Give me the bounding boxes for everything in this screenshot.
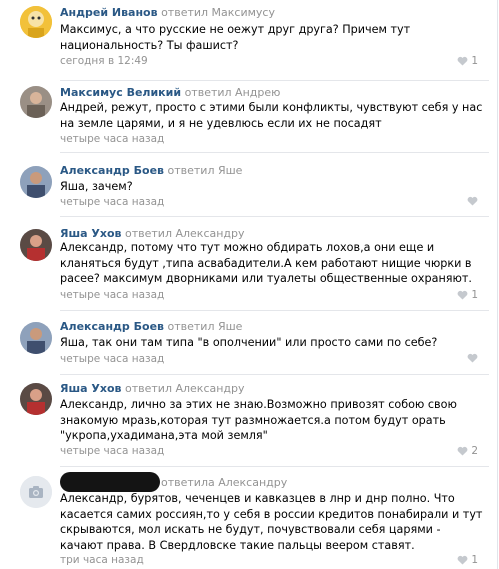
like-count: 1 bbox=[471, 55, 478, 67]
comment-item: Максимус Великий ответил Андрею Андрей, … bbox=[0, 81, 497, 153]
comment-author[interactable]: Яша Ухов bbox=[60, 382, 122, 395]
comment-date[interactable]: четыре часа назад bbox=[60, 353, 164, 365]
redacted-author-name bbox=[60, 472, 160, 492]
like-button[interactable]: 1 bbox=[457, 289, 478, 301]
avatar[interactable] bbox=[20, 166, 52, 198]
reply-to-label[interactable]: ответил Яше bbox=[168, 320, 243, 333]
comment-date[interactable]: четыре часа назад bbox=[60, 196, 164, 208]
right-border bbox=[497, 0, 498, 569]
like-count: 1 bbox=[471, 289, 478, 301]
reply-to-label[interactable]: ответил Андрею bbox=[185, 86, 281, 99]
avatar[interactable] bbox=[20, 86, 52, 118]
like-button[interactable] bbox=[467, 196, 478, 206]
comment-author[interactable]: Андрей Иванов bbox=[60, 6, 158, 19]
heart-icon bbox=[457, 56, 468, 66]
like-count: 1 bbox=[471, 554, 478, 566]
comment-author[interactable]: Максимус Великий bbox=[60, 86, 181, 99]
comment-item: Андрей Иванов ответил Максимусу Максимус… bbox=[0, 0, 497, 80]
comment-text: Александр, лично за этих не знаю.Возможн… bbox=[60, 398, 457, 442]
avatar[interactable] bbox=[20, 383, 52, 415]
heart-icon bbox=[467, 353, 478, 363]
reply-to-label[interactable]: ответил Александру bbox=[125, 382, 245, 395]
comment-item: Александр Боев ответил Яше Яша, зачем? ч… bbox=[0, 153, 497, 217]
comment-item: Яша Ухов ответил Александру Александр, л… bbox=[0, 375, 497, 467]
comment-text: Андрей, режут, просто с этими были конфл… bbox=[60, 101, 483, 130]
comment-text: Яша, зачем? bbox=[60, 180, 133, 193]
camera-icon bbox=[20, 476, 52, 508]
like-button[interactable]: 1 bbox=[457, 55, 478, 67]
avatar[interactable] bbox=[20, 476, 52, 508]
comment-text: Александр, потому что тут можно обдирать… bbox=[60, 241, 472, 285]
like-button[interactable]: 2 bbox=[457, 445, 478, 457]
reply-to-label[interactable]: ответил Максимусу bbox=[161, 6, 275, 19]
like-count: 2 bbox=[471, 445, 478, 457]
comment-text: Максимус, а что русские не оежут друг др… bbox=[60, 23, 411, 52]
comment-item: Александр Боев ответил Яше Яша, так они … bbox=[0, 311, 497, 375]
comment-author[interactable]: Яша Ухов bbox=[60, 227, 122, 240]
reply-to-label[interactable]: ответил Яше bbox=[168, 164, 243, 177]
avatar[interactable] bbox=[20, 322, 52, 354]
comment-text: Яша, так они там типа "в ополчении" или … bbox=[60, 336, 438, 349]
comment-date[interactable]: четыре часа назад bbox=[60, 445, 164, 457]
heart-icon bbox=[457, 446, 468, 456]
comment-date[interactable]: четыре часа назад bbox=[60, 289, 164, 301]
reply-to-label[interactable]: ответила Александру bbox=[161, 476, 287, 489]
reply-to-label[interactable]: ответил Александру bbox=[125, 227, 245, 240]
heart-icon bbox=[457, 555, 468, 565]
comment-item: ответила Александру Александр, бурятов, … bbox=[0, 467, 497, 569]
comment-text: Александр, бурятов, чеченцев и кавказцев… bbox=[60, 492, 483, 552]
comment-date[interactable]: сегодня в 12:49 bbox=[60, 55, 148, 67]
avatar[interactable] bbox=[20, 229, 52, 261]
like-button[interactable]: 1 bbox=[457, 554, 478, 566]
comment-date[interactable]: четыре часа назад bbox=[60, 133, 164, 145]
comment-date[interactable]: три часа назад bbox=[60, 554, 144, 566]
heart-icon bbox=[467, 196, 478, 206]
heart-icon bbox=[457, 290, 468, 300]
comment-author[interactable]: Александр Боев bbox=[60, 164, 164, 177]
avatar[interactable] bbox=[20, 6, 52, 38]
like-button[interactable] bbox=[467, 353, 478, 363]
comment-author[interactable]: Александр Боев bbox=[60, 320, 164, 333]
comment-item: Яша Ухов ответил Александру Александр, п… bbox=[0, 217, 497, 311]
